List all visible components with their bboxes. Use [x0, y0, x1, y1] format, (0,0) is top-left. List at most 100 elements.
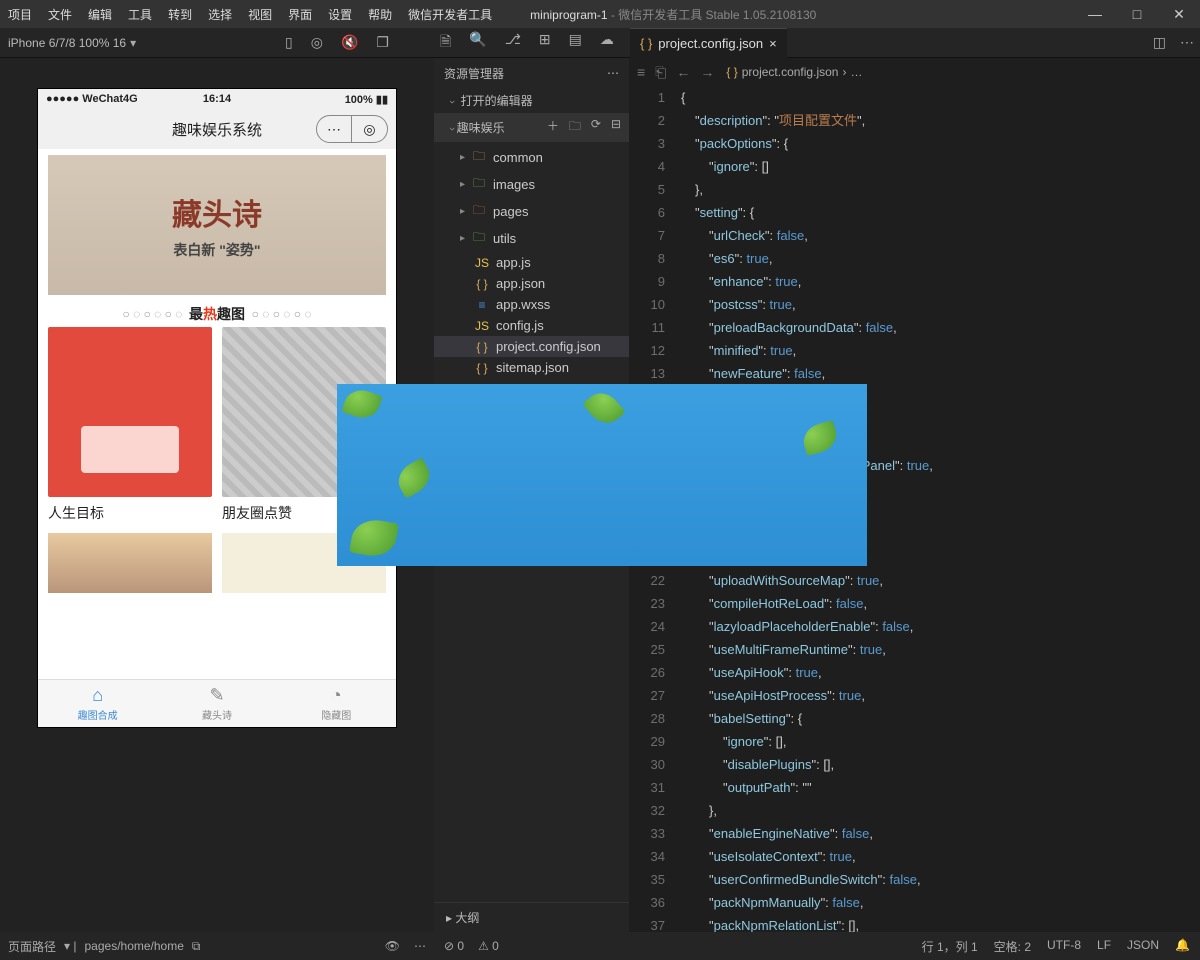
eye-icon[interactable]: 👁	[385, 939, 400, 953]
cloud-icon[interactable]: ☁	[600, 31, 614, 55]
files-icon[interactable]: 🗎	[440, 31, 451, 55]
home-icon: ⌂	[92, 685, 103, 706]
branch-icon[interactable]: ⎇	[505, 31, 521, 55]
bookmark-icon[interactable]: ⎗	[655, 64, 666, 81]
pie-icon: ◔	[331, 685, 342, 706]
more-icon[interactable]: ⋯	[607, 66, 619, 80]
project-root[interactable]: 趣味娱乐 ＋ 🗀 ⟳ ⊟	[434, 113, 629, 142]
file-icon: { }	[474, 277, 490, 291]
simulator-statusbar: 页面路径▾ | pages/home/home ⧉ 👁 ⋯	[0, 932, 434, 960]
app-title: 趣味娱乐系统	[172, 119, 262, 140]
menu-item[interactable]: 项目	[0, 8, 40, 22]
maximize-button[interactable]: □	[1116, 0, 1158, 28]
tree-node[interactable]: { } app.json	[434, 273, 629, 294]
tree-node[interactable]: ≡ app.wxss	[434, 294, 629, 315]
menu-item[interactable]: 界面	[280, 8, 320, 22]
menu-item[interactable]: 文件	[40, 8, 80, 22]
menu-item[interactable]: 转到	[160, 8, 200, 22]
folder-icon: 🗀	[471, 228, 487, 249]
minimize-button[interactable]: —	[1074, 0, 1116, 28]
hero-title: 藏头诗	[172, 190, 262, 234]
phone-tabbar: ⌂趣图合成 ✎藏头诗 ◔隐藏图	[38, 679, 396, 727]
capsule-menu-button[interactable]: ⋯	[316, 115, 352, 143]
collapse-icon[interactable]: ⊟	[611, 117, 621, 138]
file-icon: { }	[474, 340, 490, 354]
tree-label: app.json	[496, 276, 545, 291]
page-path[interactable]: pages/home/home	[85, 939, 184, 953]
device-selector[interactable]: iPhone 6/7/8 100% 16 ▾	[0, 36, 144, 50]
tab-close-icon[interactable]: ×	[769, 36, 777, 51]
folder-icon: 🗀	[471, 174, 487, 195]
open-editors-section[interactable]: 打开的编辑器	[434, 88, 629, 113]
copy-icon[interactable]: ⧉	[192, 939, 201, 954]
back-icon[interactable]: ←	[676, 64, 690, 81]
tree-label: app.js	[496, 255, 531, 270]
file-icon: { }	[474, 361, 490, 375]
tab-item[interactable]: ◔隐藏图	[277, 680, 396, 727]
menu-item[interactable]: 编辑	[80, 8, 120, 22]
path-label: 页面路径	[8, 938, 56, 955]
errors-badge[interactable]: ⊘ 0	[444, 939, 464, 953]
bell-icon[interactable]: 🔔	[1175, 938, 1190, 955]
tree-node[interactable]: { } project.config.json	[434, 336, 629, 357]
menubar: 项目文件编辑工具转到选择视图界面设置帮助微信开发者工具 miniprogram-…	[0, 0, 1200, 28]
tree-label: config.js	[496, 318, 544, 333]
outline-section[interactable]: ▸ 大纲	[434, 902, 629, 932]
tree-label: images	[493, 177, 535, 192]
card-image	[48, 327, 212, 497]
panel-icon[interactable]: ▤	[569, 31, 582, 55]
tab-item[interactable]: ✎藏头诗	[157, 680, 276, 727]
refresh-icon[interactable]: ⟳	[591, 117, 601, 138]
search-icon[interactable]: 🔍	[469, 31, 486, 55]
tree-node[interactable]: ▸ 🗀 common	[434, 144, 629, 171]
breadcrumb[interactable]: { } project.config.json › …	[726, 65, 862, 79]
split-icon[interactable]: ◫	[1153, 34, 1166, 51]
warnings-badge[interactable]: ⚠ 0	[478, 939, 499, 953]
file-icon: JS	[474, 256, 490, 270]
card-image[interactable]	[48, 533, 212, 593]
close-button[interactable]: ✕	[1158, 0, 1200, 28]
card-item[interactable]: 人生目标	[48, 327, 212, 523]
new-file-icon[interactable]: ＋	[547, 117, 559, 138]
more-icon[interactable]: ⋯	[414, 939, 426, 953]
menu-item[interactable]: 视图	[240, 8, 280, 22]
mute-icon[interactable]: 🔇	[341, 34, 358, 51]
encoding-info[interactable]: UTF-8	[1047, 938, 1081, 955]
more-icon[interactable]: ⋯	[1180, 34, 1194, 51]
editor-statusbar: ⊘ 0 ⚠ 0 行 1，列 1 空格: 2 UTF-8 LF JSON 🔔	[434, 932, 1200, 960]
menu-item[interactable]: 微信开发者工具	[400, 8, 500, 22]
forward-icon[interactable]: →	[700, 64, 714, 81]
tree-node[interactable]: ▸ 🗀 pages	[434, 198, 629, 225]
editor-tab[interactable]: { } project.config.json ×	[630, 28, 787, 58]
overlay-banner[interactable]	[337, 384, 867, 566]
list-icon[interactable]: ≡	[637, 64, 645, 81]
record-icon[interactable]: ◎	[311, 34, 323, 51]
explorer-title: 资源管理器	[444, 65, 504, 82]
menu-item[interactable]: 选择	[200, 8, 240, 22]
tree-node[interactable]: JS config.js	[434, 315, 629, 336]
tree-node[interactable]: JS app.js	[434, 252, 629, 273]
tab-item[interactable]: ⌂趣图合成	[38, 680, 157, 727]
tree-label: project.config.json	[496, 339, 601, 354]
tree-node[interactable]: ▸ 🗀 utils	[434, 225, 629, 252]
new-folder-icon[interactable]: 🗀	[569, 117, 581, 138]
toolbar: iPhone 6/7/8 100% 16 ▾ ▯ ◎ 🔇 ❐ 🗎 🔍 ⎇ ⊞ ▤…	[0, 28, 1200, 58]
phone-icon[interactable]: ▯	[285, 34, 293, 51]
tree-label: pages	[493, 204, 528, 219]
menu-item[interactable]: 帮助	[360, 8, 400, 22]
hero-banner[interactable]: 藏头诗 表白新 "姿势"	[48, 155, 386, 295]
cursor-position[interactable]: 行 1，列 1	[922, 938, 978, 955]
tree-node[interactable]: ▸ 🗀 images	[434, 171, 629, 198]
grid-icon[interactable]: ⊞	[539, 31, 551, 55]
card-caption: 人生目标	[48, 503, 212, 523]
clock-label: 16:14	[203, 93, 231, 105]
indent-info[interactable]: 空格: 2	[994, 938, 1031, 955]
capsule-close-button[interactable]: ◎	[352, 115, 388, 143]
eol-info[interactable]: LF	[1097, 938, 1111, 955]
menu-item[interactable]: 设置	[320, 8, 360, 22]
phone-navbar: 趣味娱乐系统 ⋯ ◎	[38, 109, 396, 149]
menu-item[interactable]: 工具	[120, 8, 160, 22]
windows-icon[interactable]: ❐	[376, 34, 389, 51]
tree-node[interactable]: { } sitemap.json	[434, 357, 629, 378]
language-info[interactable]: JSON	[1127, 938, 1159, 955]
